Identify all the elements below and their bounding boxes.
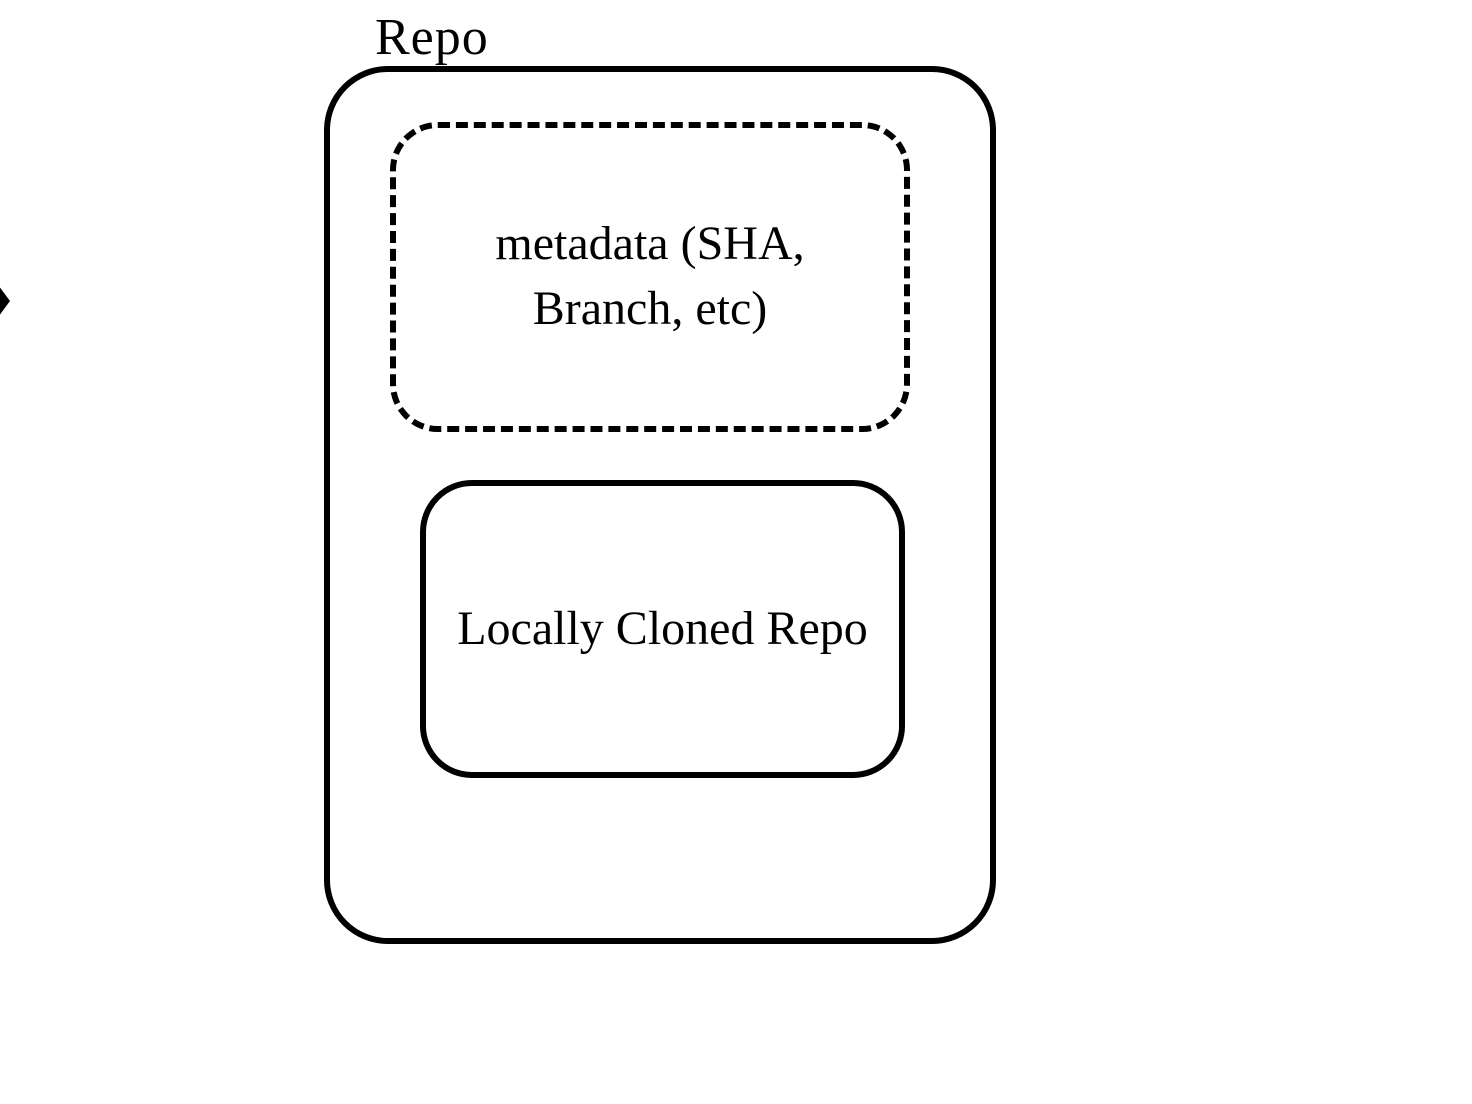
metadata-label: metadata (SHA, Branch, etc) [396, 212, 904, 342]
edge-artifact [0, 274, 10, 328]
outer-box-label: Repo [375, 8, 489, 67]
locally-cloned-box: Locally Cloned Repo [420, 480, 905, 778]
locally-cloned-label: Locally Cloned Repo [433, 597, 892, 662]
diagram-canvas: Repo metadata (SHA, Branch, etc) Locally… [0, 0, 1472, 1104]
metadata-box: metadata (SHA, Branch, etc) [390, 122, 910, 432]
